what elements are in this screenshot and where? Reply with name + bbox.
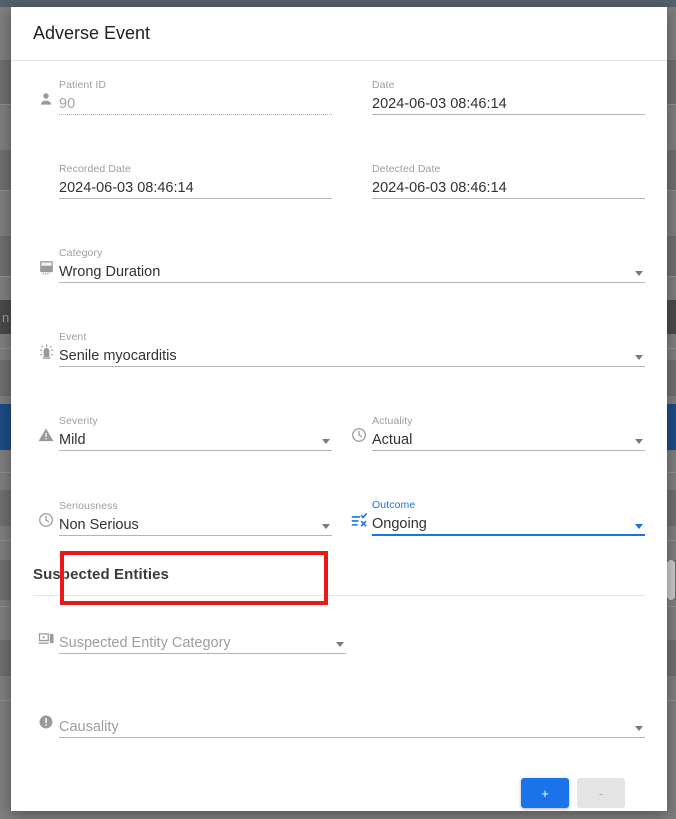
scrollbar-thumb[interactable] [667,560,675,600]
field-underline [59,535,332,536]
field-value: 2024-06-03 08:46:14 [372,180,507,196]
field-wrap: Patient ID 90 [59,79,332,115]
field-value: 2024-06-03 08:46:14 [59,180,194,196]
dialog-body: Patient ID 90 Date 2024-06-03 08:46:14 R… [11,61,667,811]
backdrop-partial-text: n [2,310,10,325]
field-underline [59,114,332,115]
chevron-down-icon[interactable] [635,271,643,276]
field-value: Actual [372,432,413,448]
chevron-down-icon[interactable] [635,726,643,731]
devices-icon [33,625,59,651]
field-underline [59,737,645,738]
entity-row-controls: + - [33,778,645,808]
field-patient-id[interactable]: Patient ID 90 [33,79,332,115]
field-wrap: Category Wrong Duration [59,247,645,283]
field-underline [59,450,332,451]
field-value: Ongoing [372,516,427,532]
field-causality[interactable]: Causality [33,702,645,738]
form-row-suspected-entity: Suspected Entity Category [33,618,645,654]
field-label: Recorded Date [59,163,131,175]
field-underline [372,450,645,451]
field-suspected-entity-category[interactable]: Suspected Entity Category [33,618,346,654]
field-outcome[interactable]: Outcome Ongoing [346,499,645,536]
error-circle-icon [33,709,59,735]
field-label: Actuality [372,415,413,427]
field-seriousness[interactable]: Seriousness Non Serious [33,499,332,536]
form-row-4: Event Senile myocarditis [33,331,645,367]
field-placeholder: Causality [59,719,119,735]
adverse-event-dialog: Adverse Event Patient ID 90 Date 2024-06… [11,7,667,811]
chevron-down-icon[interactable] [336,642,344,647]
form-row-1: Patient ID 90 Date 2024-06-03 08:46:14 [33,79,645,115]
form-row-6: Seriousness Non Serious Outcome Ongoing [33,499,645,536]
field-severity[interactable]: Severity Mild [33,415,332,451]
field-wrap: Date 2024-06-03 08:46:14 [372,79,645,115]
field-label: Patient ID [59,79,107,91]
field-label: Detected Date [372,163,441,175]
field-wrap: Seriousness Non Serious [59,500,332,536]
field-event[interactable]: Event Senile myocarditis [33,331,645,367]
field-recorded-date[interactable]: Recorded Date 2024-06-03 08:46:14 [33,163,332,199]
field-underline [59,653,346,654]
field-value: 2024-06-03 08:46:14 [372,96,507,112]
suspected-entities-heading: Suspected Entities [33,566,170,583]
field-label: Outcome [372,499,416,511]
field-underline [59,366,645,367]
form-row-3: Category Wrong Duration [33,247,645,283]
field-underline [59,198,332,199]
clock-icon [33,507,59,533]
chevron-down-icon[interactable] [635,355,643,360]
field-category[interactable]: Category Wrong Duration [33,247,645,283]
remove-entity-button[interactable]: - [577,778,625,808]
warning-triangle-icon [33,422,59,448]
emergency-light-icon [33,338,59,364]
person-icon [33,86,59,112]
dialog-title: Adverse Event [33,23,151,43]
field-placeholder: Suspected Entity Category [59,635,231,651]
field-value: Mild [59,432,86,448]
class-book-icon [33,254,59,280]
field-wrap: Suspected Entity Category [59,618,346,654]
field-label: Seriousness [59,500,118,512]
field-actuality[interactable]: Actuality Actual [346,415,645,451]
field-underline [372,534,645,536]
dialog-header: Adverse Event [11,7,667,61]
field-date[interactable]: Date 2024-06-03 08:46:14 [346,79,645,115]
clock-icon [346,422,372,448]
field-value: Wrong Duration [59,264,161,280]
field-wrap: Actuality Actual [372,415,645,451]
add-entity-button[interactable]: + [521,778,569,808]
backdrop-topbar [0,0,676,7]
chevron-down-icon[interactable] [322,524,330,529]
form-row-5: Severity Mild Actuality Actual [33,415,645,451]
field-wrap: Severity Mild [59,415,332,451]
field-wrap: Recorded Date 2024-06-03 08:46:14 [59,163,332,199]
field-value: Senile myocarditis [59,348,177,364]
field-label: Category [59,247,103,259]
field-label: Event [59,331,87,343]
field-wrap: Outcome Ongoing [372,499,645,536]
field-wrap: Detected Date 2024-06-03 08:46:14 [372,163,645,199]
field-wrap: Causality [59,702,645,738]
field-wrap: Event Senile myocarditis [59,331,645,367]
chevron-down-icon[interactable] [635,439,643,444]
playlist-check-icon [346,507,372,533]
field-label: Date [372,79,395,91]
field-value: Non Serious [59,517,139,533]
field-value: 90 [59,96,76,112]
section-divider [33,595,645,596]
field-underline [59,282,645,283]
field-label: Severity [59,415,98,427]
field-detected-date[interactable]: Detected Date 2024-06-03 08:46:14 [346,163,645,199]
field-underline [372,114,645,115]
form-row-2: Recorded Date 2024-06-03 08:46:14 Detect… [33,163,645,199]
form-row-causality: Causality [33,702,645,738]
field-underline [372,198,645,199]
chevron-down-icon[interactable] [635,524,643,529]
chevron-down-icon[interactable] [322,439,330,444]
